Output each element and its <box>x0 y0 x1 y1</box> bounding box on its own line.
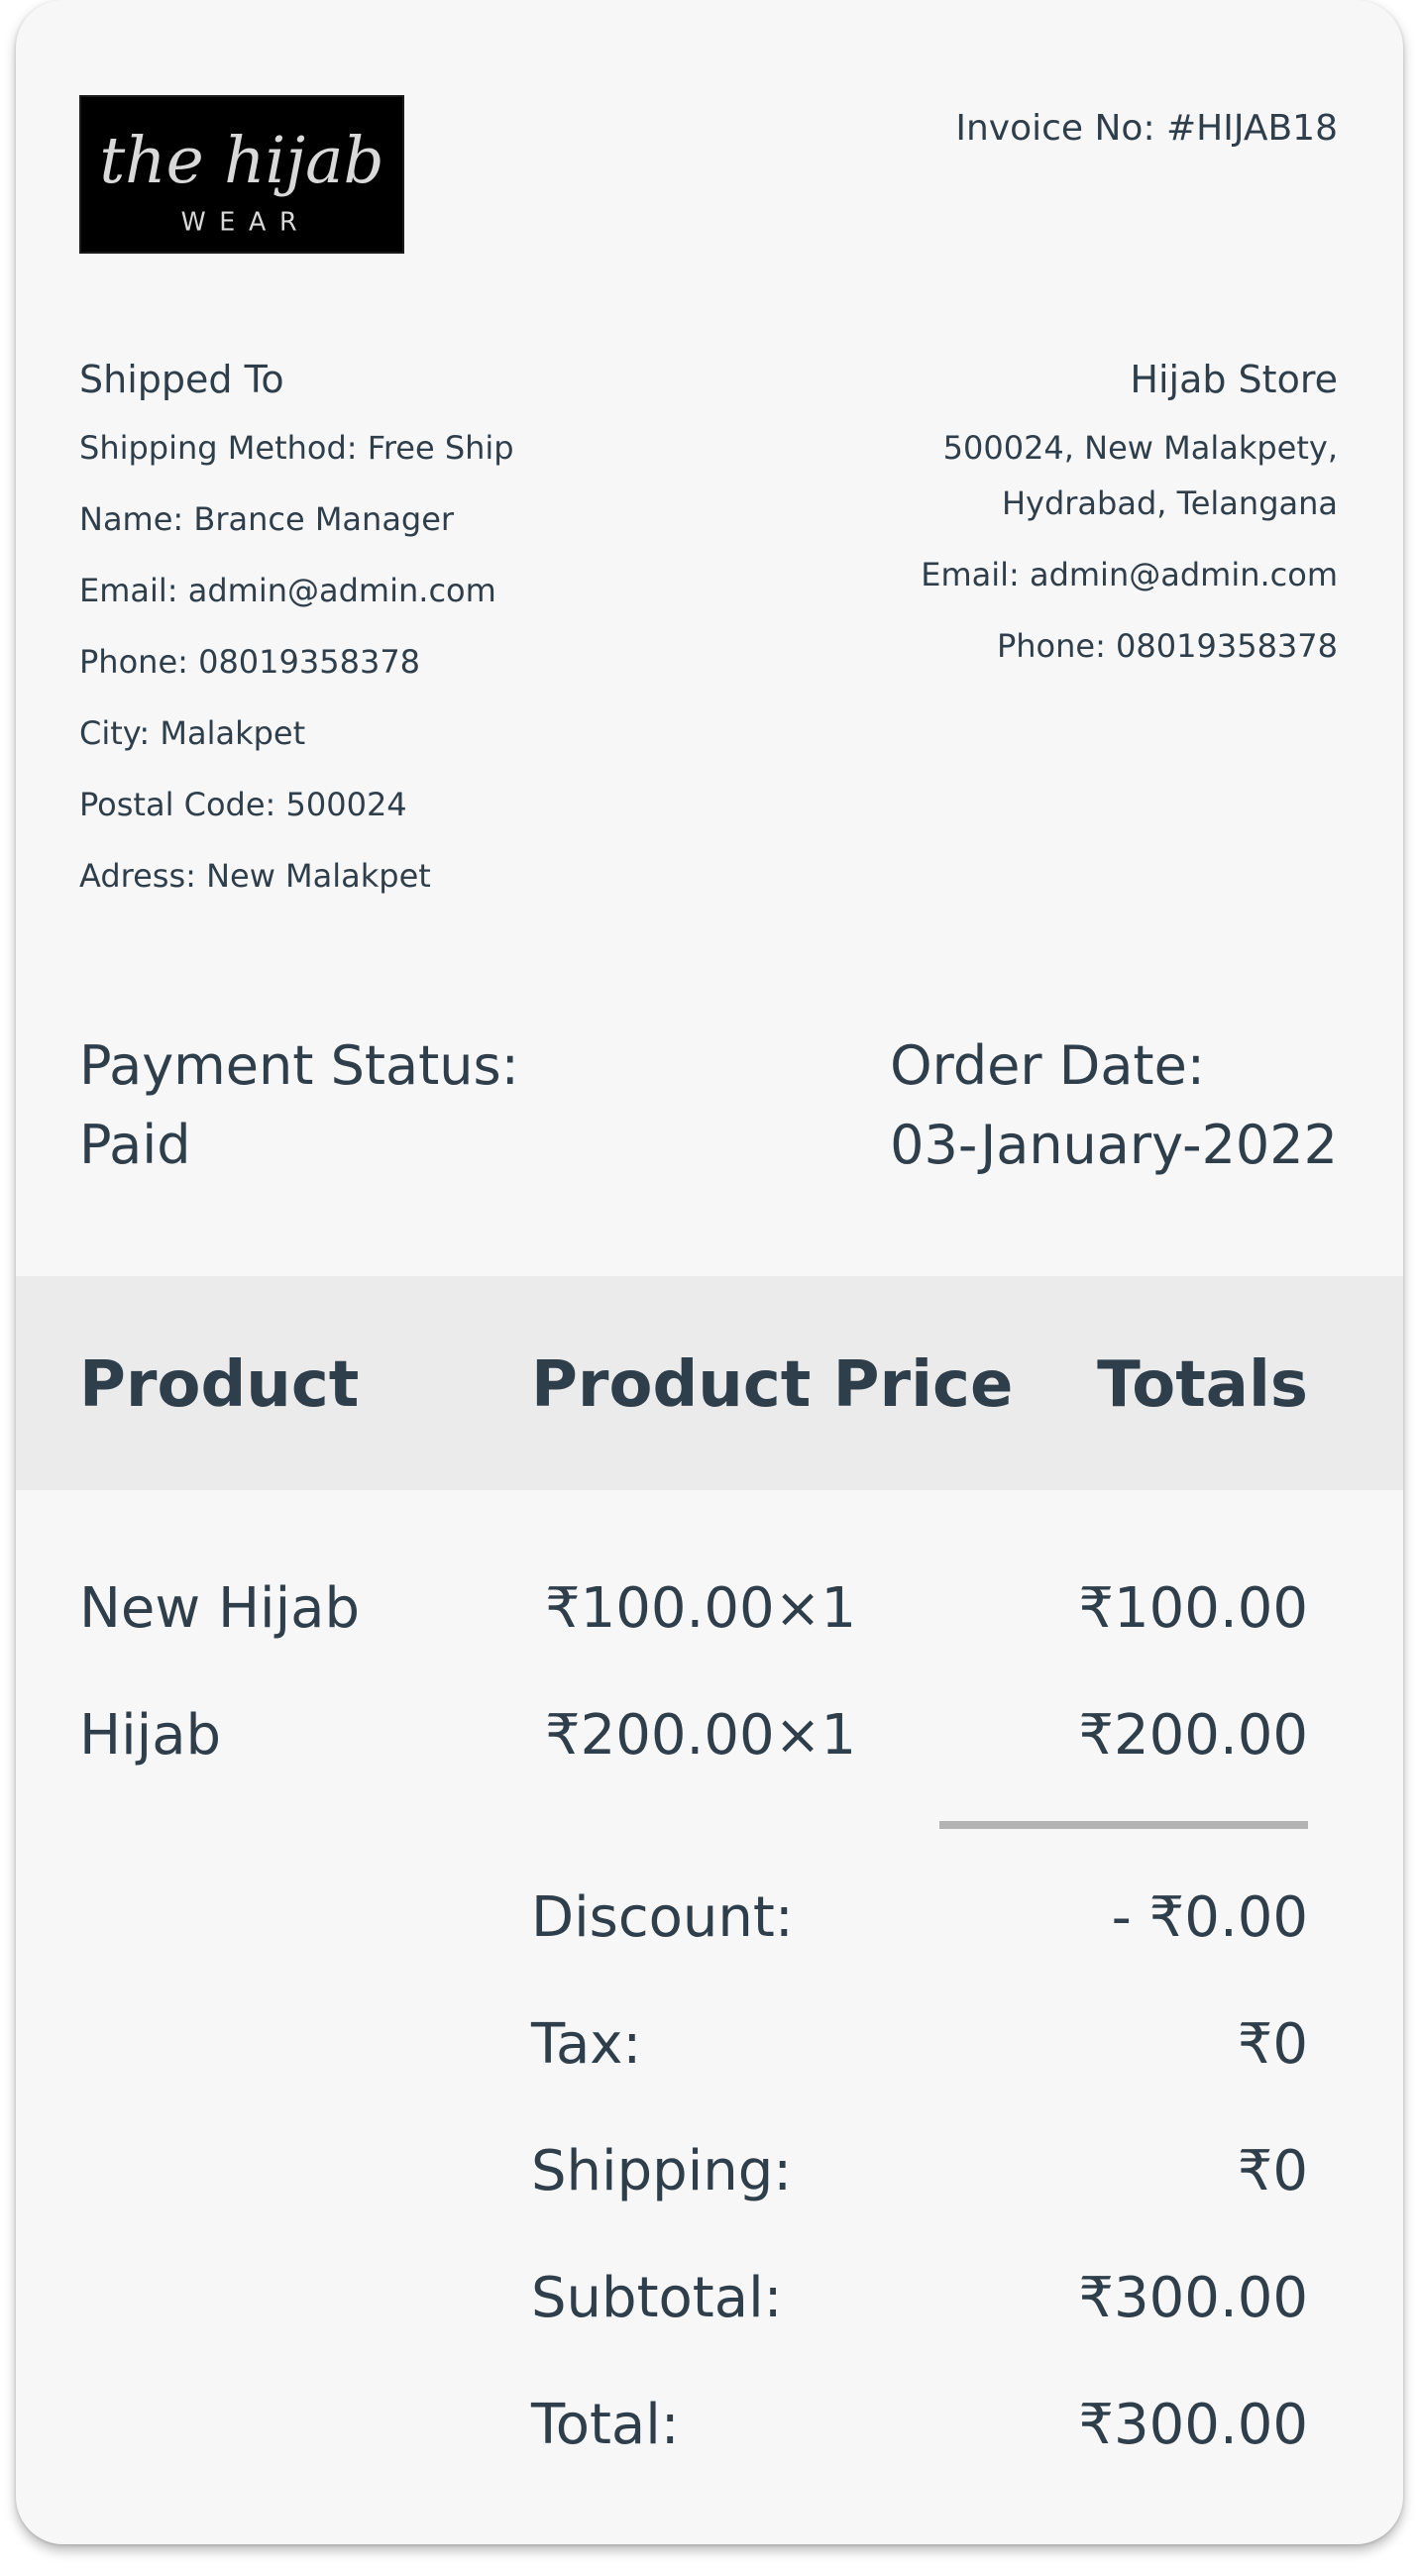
payment-status-label: Payment Status: <box>79 1034 519 1097</box>
logo-sub-text: WEAR <box>181 207 311 237</box>
row-price: ₹100.00×1 <box>545 1576 857 1641</box>
tax-value: ₹0 <box>1237 2012 1308 2077</box>
subtotal-value: ₹300.00 <box>1078 2266 1308 2330</box>
row-total: ₹200.00 <box>1078 1703 1308 1768</box>
order-date-value: 03-January-2022 <box>890 1114 1338 1176</box>
row-price: ₹200.00×1 <box>545 1703 857 1768</box>
customer-email: Email: admin@admin.com <box>79 572 496 609</box>
store-heading: Hijab Store <box>1130 358 1338 401</box>
tax-label: Tax: <box>531 2012 642 2077</box>
row-product: Hijab <box>79 1703 222 1768</box>
discount-label: Discount: <box>531 1885 794 1950</box>
customer-postal-code: Postal Code: 500024 <box>79 786 407 823</box>
store-email: Email: admin@admin.com <box>921 556 1338 593</box>
shipping-method: Shipping Method: Free Ship <box>79 429 514 467</box>
column-header-product: Product <box>79 1348 360 1422</box>
logo-graphic: the hijab WEAR <box>99 124 383 237</box>
shipped-to-heading: Shipped To <box>79 358 284 401</box>
order-date: Order Date: 03-January-2022 <box>890 1026 1338 1185</box>
store-section: Hijab Store 500024, New Malakpety, Hydra… <box>723 355 1338 698</box>
store-phone: Phone: 08019358378 <box>996 627 1338 665</box>
customer-phone: Phone: 08019358378 <box>79 643 421 681</box>
store-address-line1: 500024, New Malakpety, <box>942 429 1338 467</box>
shipping-value: ₹0 <box>1237 2139 1308 2203</box>
row-total: ₹100.00 <box>1078 1576 1308 1641</box>
totals-divider <box>939 1821 1308 1829</box>
discount-value: - ₹0.00 <box>1111 1885 1308 1950</box>
items-table-header: Product Product Price Totals <box>16 1276 1403 1490</box>
order-date-label: Order Date: <box>890 1034 1205 1097</box>
customer-name: Name: Brance Manager <box>79 500 455 538</box>
payment-status-value: Paid <box>79 1114 191 1176</box>
subtotal-label: Subtotal: <box>531 2266 783 2330</box>
customer-city: City: Malakpet <box>79 714 306 752</box>
shipping-label: Shipping: <box>531 2139 793 2203</box>
column-header-totals: Totals <box>1097 1348 1308 1422</box>
invoice-number: Invoice No: #HIJAB18 <box>955 108 1338 149</box>
payment-status: Payment Status: Paid <box>79 1026 519 1185</box>
invoice-card: the hijab WEAR Invoice No: #HIJAB18 Ship… <box>16 0 1403 2544</box>
shipped-to-section: Shipped To Shipping Method: Free Ship Na… <box>79 355 694 927</box>
logo-script-text: the hijab <box>99 124 383 198</box>
column-header-price: Product Price <box>531 1348 1014 1422</box>
store-address-line2: Hydrabad, Telangana <box>1001 484 1338 522</box>
total-label: Total: <box>531 2393 680 2457</box>
total-value: ₹300.00 <box>1078 2393 1308 2457</box>
customer-address: Adress: New Malakpet <box>79 857 431 895</box>
store-logo: the hijab WEAR <box>79 95 404 254</box>
row-product: New Hijab <box>79 1576 361 1641</box>
